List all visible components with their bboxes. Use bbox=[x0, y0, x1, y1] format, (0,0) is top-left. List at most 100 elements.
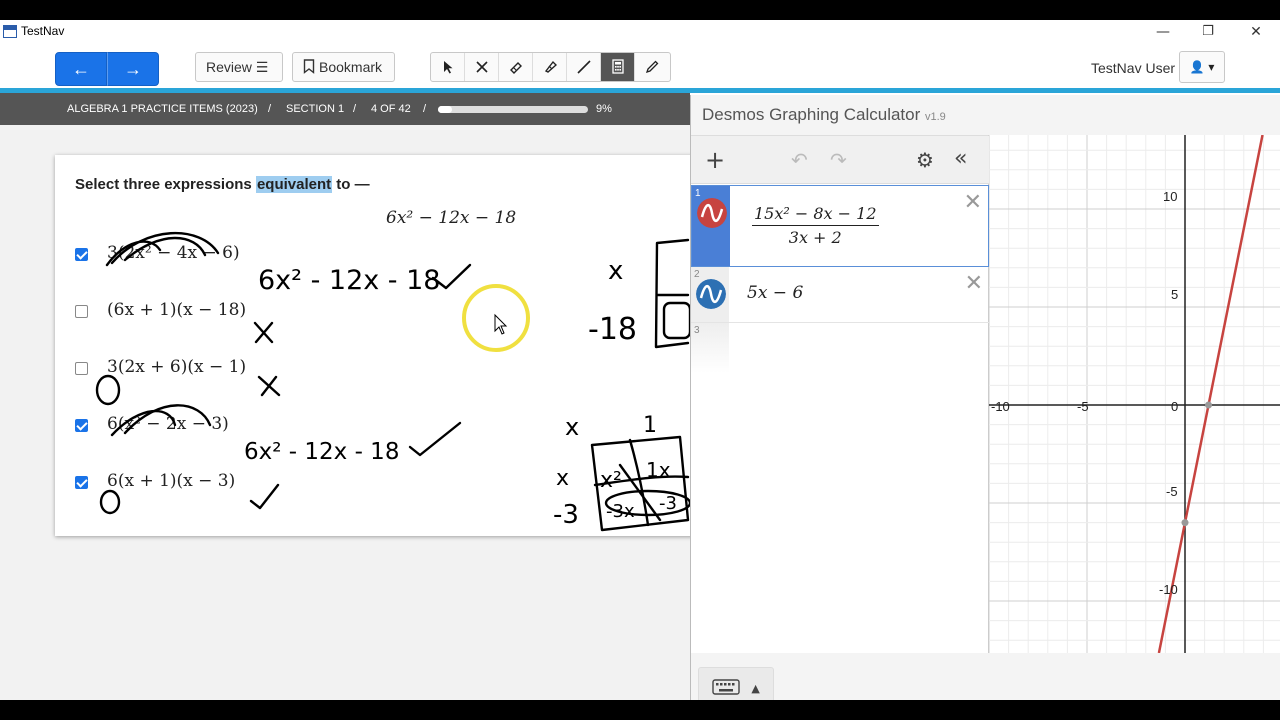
expression-tab: 1 bbox=[692, 186, 730, 266]
circle-mark bbox=[99, 489, 121, 515]
expression-fraction[interactable]: 15x² − 8x − 12 3x + 2 bbox=[752, 204, 879, 247]
pointer-tool[interactable] bbox=[431, 53, 465, 81]
graph-svg[interactable] bbox=[988, 134, 1280, 654]
line-icon bbox=[576, 60, 591, 74]
question-area: Select three expressions equivalent to —… bbox=[0, 125, 695, 700]
arc-stroke bbox=[123, 404, 212, 435]
expression-item-3[interactable]: 3 bbox=[691, 323, 989, 373]
handwritten-work: 6x² - 12x - 18 bbox=[258, 265, 441, 296]
section-bar: ALGEBRA 1 PRACTICE ITEMS (2023) / SECTIO… bbox=[0, 93, 690, 125]
y-tick-label: -10 bbox=[1159, 582, 1178, 597]
handwritten-label: x² bbox=[600, 468, 622, 493]
section-name: SECTION 1 bbox=[286, 103, 345, 115]
y-tick-label: 10 bbox=[1163, 189, 1178, 204]
close-window-button[interactable]: ✕ bbox=[1236, 22, 1276, 42]
expression-item-1[interactable]: 1 15x² − 8x − 12 3x + 2 ✕ bbox=[691, 185, 989, 267]
handwritten-label: 1x bbox=[646, 458, 671, 482]
delete-expression-icon[interactable]: ✕ bbox=[964, 190, 982, 215]
answer-eliminator-tool[interactable] bbox=[465, 53, 499, 81]
back-button[interactable]: ← bbox=[55, 52, 107, 86]
pen-annotations: 6x² - 12x - 18 6x² - 12x - 18 x 1 x -3 x… bbox=[95, 232, 690, 532]
forward-button[interactable]: → bbox=[107, 52, 159, 86]
y-tick-label: 5 bbox=[1171, 287, 1179, 302]
collapse-list-icon[interactable]: « bbox=[954, 146, 967, 171]
keyboard-icon bbox=[712, 679, 740, 695]
handwritten-label: x bbox=[556, 466, 569, 491]
arc-stroke bbox=[110, 410, 177, 437]
expression-tab: 3 bbox=[691, 323, 729, 373]
restore-button[interactable]: ❐ bbox=[1188, 22, 1228, 42]
calculator-tool[interactable] bbox=[601, 53, 635, 81]
testnav-window: TestNav — ❐ ✕ ← → Review ☰ Bookmark Test… bbox=[0, 20, 1280, 700]
graph-canvas[interactable]: -10 -5 0 10 5 -5 -10 bbox=[988, 134, 1280, 654]
cross-mark bbox=[257, 375, 281, 397]
progress-percent: 9% bbox=[596, 103, 612, 115]
progress-bar bbox=[438, 106, 588, 113]
pointer-icon bbox=[443, 61, 452, 74]
add-item-icon[interactable]: + bbox=[705, 146, 725, 174]
screen-bottom-bar bbox=[0, 700, 1280, 720]
circle-mark bbox=[95, 374, 121, 406]
question-position: 4 OF 42 bbox=[371, 103, 411, 115]
desmos-calculator-panel: Desmos Graphing Calculator v1.9 + ↶ ↷ ⚙ … bbox=[690, 95, 1280, 700]
desmos-version: v1.9 bbox=[925, 111, 946, 123]
y-intercept-point bbox=[1181, 519, 1189, 527]
expression-index: 1 bbox=[695, 188, 701, 199]
user-menu-button[interactable]: 👤 ▾ bbox=[1179, 51, 1225, 83]
handwritten-label: x bbox=[565, 413, 579, 441]
cross-mark bbox=[253, 321, 274, 344]
course-name: ALGEBRA 1 PRACTICE ITEMS (2023) bbox=[67, 103, 258, 115]
expression-index: 3 bbox=[694, 325, 700, 336]
mouse-cursor-icon bbox=[494, 313, 508, 335]
handwritten-label: -18 bbox=[588, 312, 637, 347]
handwritten-label: -3 bbox=[553, 500, 579, 530]
pencil-tool[interactable] bbox=[635, 53, 669, 81]
expression-index: 2 bbox=[694, 269, 700, 280]
testnav-logo-icon bbox=[3, 25, 17, 38]
handwritten-work: 6x² - 12x - 18 bbox=[244, 439, 399, 465]
bookmark-label: Bookmark bbox=[319, 59, 383, 75]
redo-icon[interactable]: ↷ bbox=[830, 148, 847, 172]
x-tick-label: -10 bbox=[991, 399, 1010, 414]
minimize-button[interactable]: — bbox=[1143, 22, 1183, 42]
title-bar: TestNav — ❐ ✕ bbox=[0, 20, 1280, 44]
separator: / bbox=[353, 103, 357, 115]
eraser-icon bbox=[509, 62, 522, 74]
eraser-tool[interactable] bbox=[499, 53, 533, 81]
highlighter-tool[interactable] bbox=[533, 53, 567, 81]
app-title: TestNav bbox=[21, 24, 65, 38]
handwritten-label: -3 bbox=[659, 493, 677, 514]
graphed-line bbox=[1157, 134, 1264, 654]
caret-up-icon: ▲ bbox=[751, 682, 760, 695]
delete-expression-icon[interactable]: ✕ bbox=[965, 271, 983, 296]
x-tick-label: 0 bbox=[1171, 399, 1179, 414]
bookmark-icon bbox=[303, 59, 315, 74]
review-label: Review bbox=[206, 59, 252, 75]
review-button[interactable]: Review ☰ bbox=[195, 52, 283, 82]
checkmark bbox=[408, 421, 462, 457]
separator: / bbox=[423, 103, 427, 115]
bookmark-button[interactable]: Bookmark bbox=[292, 52, 395, 82]
separator: / bbox=[268, 103, 272, 115]
x-tick-label: -5 bbox=[1077, 399, 1089, 414]
desmos-title: Desmos Graphing Calculator v1.9 bbox=[702, 105, 946, 125]
fraction-numerator: 15x² − 8x − 12 bbox=[752, 204, 879, 226]
progress-fill bbox=[438, 106, 452, 113]
expression-text[interactable]: 5x − 6 bbox=[747, 283, 803, 303]
eliminator-icon bbox=[475, 61, 488, 73]
desmos-title-text: Desmos Graphing Calculator bbox=[702, 105, 921, 124]
handwritten-label: 1 bbox=[643, 413, 657, 438]
expression-item-2[interactable]: 2 5x − 6 ✕ bbox=[691, 267, 989, 323]
y-tick-label: -5 bbox=[1166, 484, 1178, 499]
expression-toolbar: + ↶ ↷ ⚙ « bbox=[691, 136, 989, 184]
undo-icon[interactable]: ↶ bbox=[791, 148, 808, 172]
fraction-denominator: 3x + 2 bbox=[788, 228, 842, 247]
calculator-icon bbox=[611, 59, 624, 74]
line-reader-tool[interactable] bbox=[567, 53, 601, 81]
gear-icon[interactable]: ⚙ bbox=[916, 148, 934, 172]
tool-group bbox=[430, 52, 671, 82]
graph-wave-icon[interactable] bbox=[697, 198, 727, 228]
graph-wave-icon[interactable] bbox=[696, 279, 726, 309]
keyboard-toggle-button[interactable]: ▲ bbox=[698, 667, 774, 700]
expression-tab: 2 bbox=[691, 267, 729, 322]
